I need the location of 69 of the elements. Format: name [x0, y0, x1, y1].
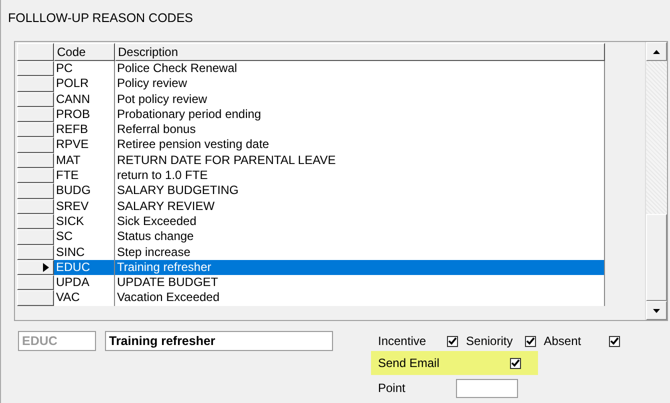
table-cell: MAT [54, 152, 115, 168]
table-cell: Probationary period ending [115, 106, 605, 122]
checkbox-label: Send Email [378, 356, 440, 370]
checkbox[interactable] [447, 336, 458, 346]
row-header[interactable] [17, 152, 54, 168]
row-header[interactable] [17, 275, 54, 290]
checkbox-label: Absent [544, 334, 582, 348]
scroll-down-button[interactable] [646, 301, 667, 320]
row-header[interactable] [17, 106, 54, 122]
row-header[interactable] [17, 183, 54, 199]
row-header[interactable] [17, 76, 54, 92]
table-cell: Policy review [115, 76, 605, 92]
checkbox-label: Seniority [466, 334, 513, 348]
point-field[interactable] [456, 378, 518, 398]
table-cell: CANN [54, 92, 115, 107]
field-label: Point [378, 381, 406, 395]
scroll-thumb[interactable] [646, 214, 667, 301]
table-cell: Retiree pension vesting date [115, 137, 605, 153]
table-cell: UPDATE BUDGET [115, 275, 605, 290]
table-cell: PC [54, 61, 115, 76]
row-header[interactable] [17, 168, 54, 184]
table-cell: return to 1.0 FTE [115, 168, 605, 184]
table-cell: SREV [54, 198, 115, 214]
table-cell: BUDG [54, 183, 115, 199]
table-cell: SALARY BUDGETING [115, 183, 605, 199]
table-cell: VAC [54, 290, 115, 306]
row-header[interactable] [17, 290, 54, 306]
checkbox-label: Incentive [378, 334, 426, 348]
column-header[interactable]: Code [54, 43, 115, 61]
table-cell: RPVE [54, 137, 115, 153]
table-cell: RETURN DATE FOR PARENTAL LEAVE [115, 152, 605, 168]
table-cell: Police Check Renewal [115, 61, 605, 76]
checkbox[interactable] [524, 336, 536, 346]
table-cell: SINC [54, 244, 115, 260]
row-header[interactable] [17, 214, 54, 230]
table-cell: EDUC [54, 260, 115, 276]
scrollbar[interactable] [645, 42, 667, 320]
table-cell: Referral bonus [115, 122, 605, 138]
row-pointer-icon [43, 263, 49, 272]
table-cell: UPDA [54, 275, 115, 290]
description-field[interactable]: Training refresher [105, 331, 333, 351]
row-header[interactable] [17, 198, 54, 214]
up-arrow-icon [653, 50, 660, 54]
checkbox[interactable] [609, 336, 620, 346]
table-cell: Vacation Exceeded [115, 290, 605, 306]
table-cell: POLR [54, 76, 115, 92]
row-header[interactable] [17, 260, 54, 276]
table-cell: Training refresher [115, 260, 605, 276]
row-header[interactable] [17, 92, 54, 107]
scroll-up-button[interactable] [646, 42, 667, 61]
table-cell: PROB [54, 106, 115, 122]
table-cell: Status change [115, 229, 605, 245]
table-cell: SICK [54, 214, 115, 230]
row-header[interactable] [17, 122, 54, 138]
checkbox[interactable] [510, 358, 522, 368]
table-cell: REFB [54, 122, 115, 138]
row-header[interactable] [17, 61, 54, 76]
column-header[interactable]: Description [115, 43, 605, 61]
table-cell: Pot policy review [115, 92, 605, 107]
table-cell: Sick Exceeded [115, 214, 605, 230]
table-cell: SALARY REVIEW [115, 198, 605, 214]
down-arrow-icon [653, 308, 660, 312]
row-header[interactable] [17, 229, 54, 245]
window-title: FOLLLOW-UP REASON CODES [7, 10, 194, 27]
table-cell: SC [54, 229, 115, 245]
row-header[interactable] [17, 244, 54, 260]
table-cell: FTE [54, 168, 115, 184]
row-header[interactable] [17, 137, 54, 153]
table-cell: Step increase [115, 244, 605, 260]
